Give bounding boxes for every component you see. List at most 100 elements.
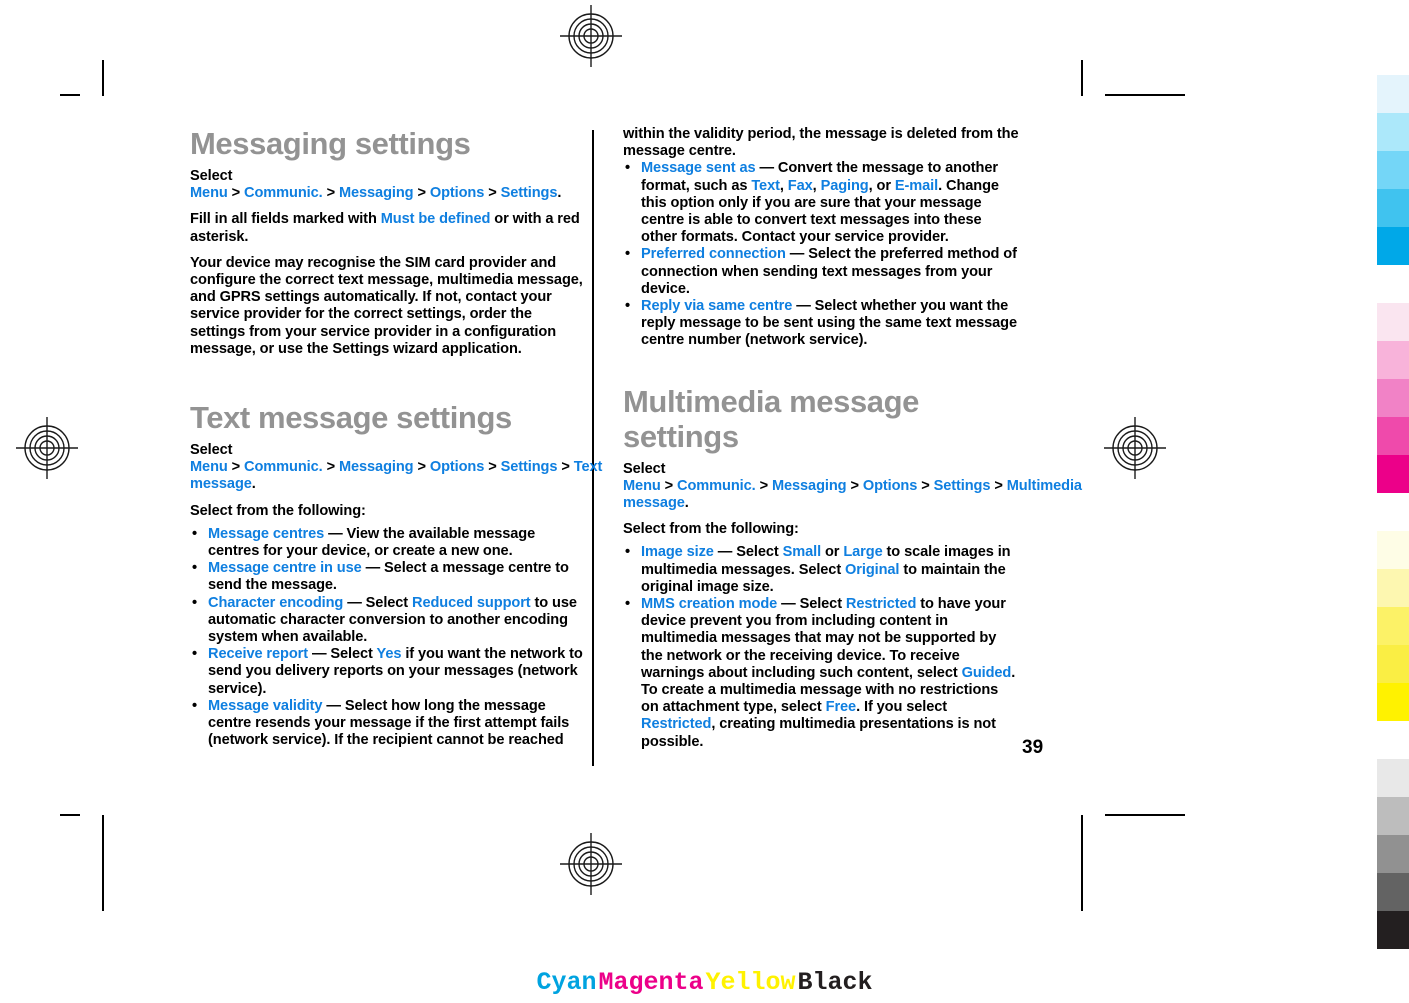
color-bar-swatch xyxy=(1377,911,1409,949)
path-item-options: Options xyxy=(429,185,485,202)
keyword-original: Original xyxy=(845,561,900,578)
menu-path-messaging-settings: Select Menu > Communic. > Messaging > Op… xyxy=(190,168,562,202)
setting-term-message-centre-in-use: Message centre in use xyxy=(208,560,362,577)
bullet-icon: • xyxy=(192,697,198,714)
right-text-column: within the validity period, the message … xyxy=(623,126,1082,751)
bullet-icon: • xyxy=(192,594,198,611)
cmyk-label-magenta: Magenta xyxy=(598,968,704,997)
seg: Select xyxy=(799,596,846,613)
color-bar-swatch xyxy=(1377,531,1409,569)
setting-term-mms-creation-mode: MMS creation mode xyxy=(641,596,778,613)
setting-term-character-encoding: Character encoding xyxy=(208,594,344,611)
path-item-messaging: Messaging xyxy=(338,185,414,202)
paragraph-fill-fields: Fill in all fields marked with Must be d… xyxy=(190,211,586,245)
color-bar-swatch xyxy=(1377,835,1409,873)
path-item-settings: Settings xyxy=(500,185,558,202)
paragraph-device-recognise: Your device may recognise the SIM card p… xyxy=(190,254,583,357)
column-divider xyxy=(592,130,594,766)
dash: — xyxy=(361,560,385,577)
cmyk-colour-label: CyanMagentaYellowBlack xyxy=(0,968,1409,997)
menu-path-text-message-settings: Select Menu > Communic. > Messaging > Op… xyxy=(190,442,603,493)
path3-item-communic: Communic. xyxy=(677,477,756,494)
setting-term-reply-via-same-centre: Reply via same centre xyxy=(641,298,793,315)
cmyk-label-cyan: Cyan xyxy=(536,968,597,997)
bullet-icon: • xyxy=(625,596,631,613)
list-item: • Image size — Select Small or Large to … xyxy=(623,544,1019,596)
dash: — xyxy=(755,160,778,177)
list-item: • Message centres — View the available m… xyxy=(190,526,586,560)
path2-item-communic: Communic. xyxy=(244,459,323,476)
list-item: • Character encoding — Select Reduced su… xyxy=(190,595,586,647)
keyword-text: Text xyxy=(751,177,780,194)
color-bar-swatch xyxy=(1377,683,1409,721)
setting-description-before: Select xyxy=(365,594,413,611)
manual-page: Messaging settings Select Menu > Communi… xyxy=(0,0,1409,1003)
keyword-email: E-mail xyxy=(894,177,939,194)
select-from-following-right: Select from the following: xyxy=(623,521,799,538)
page-number: 39 xyxy=(1022,737,1044,758)
bullet-icon: • xyxy=(625,544,631,561)
path3-item-menu: Menu xyxy=(623,477,661,494)
keyword-reduced-support: Reduced support xyxy=(412,594,531,611)
list-item: • Receive report — Select Yes if you wan… xyxy=(190,646,586,698)
list-item: • Reply via same centre — Select whether… xyxy=(623,298,1019,350)
path3-item-settings: Settings xyxy=(933,477,991,494)
section-title-text-message-settings: Text message settings xyxy=(190,400,512,436)
select-label-2: Select xyxy=(190,442,233,459)
color-bar-swatch xyxy=(1377,569,1409,607)
keyword-small: Small xyxy=(782,544,822,561)
dash: — xyxy=(777,596,800,613)
dash: — xyxy=(343,594,366,611)
dash: — xyxy=(713,544,737,561)
list-item: • Preferred connection — Select the pref… xyxy=(623,246,1019,298)
dash: — xyxy=(792,298,815,315)
path2-item-menu: Menu xyxy=(190,459,228,476)
setting-term-receive-report: Receive report xyxy=(208,646,308,663)
keyword-paging: Paging xyxy=(820,177,869,194)
color-bar-swatch xyxy=(1377,113,1409,151)
color-bar-swatch xyxy=(1377,797,1409,835)
text-message-settings-list: • Message centres — View the available m… xyxy=(190,526,586,750)
bullet-icon: • xyxy=(192,560,198,577)
text-message-settings-list-continued: • Message sent as — Convert the message … xyxy=(623,160,1019,349)
page-title: Messaging settings xyxy=(190,126,471,161)
dash: — xyxy=(322,697,345,714)
keyword-must-be-defined: Must be defined xyxy=(380,211,491,228)
path2-item-settings: Settings xyxy=(500,459,558,476)
multimedia-message-settings-list: • Image size — Select Small or Large to … xyxy=(623,544,1019,750)
bullet-icon: • xyxy=(625,246,631,263)
path-item-menu: Menu xyxy=(190,185,228,202)
color-bar-swatch xyxy=(1377,189,1409,227)
cmyk-label-yellow: Yellow xyxy=(705,968,796,997)
keyword-restricted-2: Restricted xyxy=(641,716,712,733)
path2-item-messaging: Messaging xyxy=(338,459,414,476)
color-bar-gap xyxy=(1377,265,1409,303)
list-item: • Message validity — Select how long the… xyxy=(190,698,586,750)
bullet-icon: • xyxy=(625,298,631,315)
section-title-multimedia-message-settings: Multimedia message settings xyxy=(623,383,920,454)
color-bar-swatch xyxy=(1377,379,1409,417)
color-bar-swatch xyxy=(1377,607,1409,645)
menu-path-multimedia-message-settings: Select Menu > Communic. > Messaging > Op… xyxy=(623,460,1082,512)
bullet-icon: • xyxy=(625,160,631,177)
keyword-guided: Guided xyxy=(961,664,1012,681)
setting-description-before: Select xyxy=(330,646,377,663)
seg: , or xyxy=(868,177,895,194)
list-item: • Message sent as — Convert the message … xyxy=(623,160,1019,246)
dash: — xyxy=(789,246,809,263)
setting-term-message-sent-as: Message sent as xyxy=(641,160,756,177)
seg: , xyxy=(812,177,821,194)
color-bar-swatch xyxy=(1377,455,1409,493)
color-bar-swatch xyxy=(1377,759,1409,797)
setting-term-message-validity: Message validity xyxy=(208,697,323,714)
select-label: Select xyxy=(190,168,233,184)
path3-item-messaging: Messaging xyxy=(771,477,847,494)
select-label-3: Select xyxy=(623,460,666,477)
seg: or xyxy=(821,544,844,561)
setting-term-preferred-connection: Preferred connection xyxy=(641,246,790,263)
bullet-icon: • xyxy=(192,646,198,663)
color-bar-swatch xyxy=(1377,417,1409,455)
color-bar-gap xyxy=(1377,721,1409,759)
color-bar-gap xyxy=(1377,493,1409,531)
fill-text-before: Fill in all fields marked with xyxy=(190,211,381,228)
